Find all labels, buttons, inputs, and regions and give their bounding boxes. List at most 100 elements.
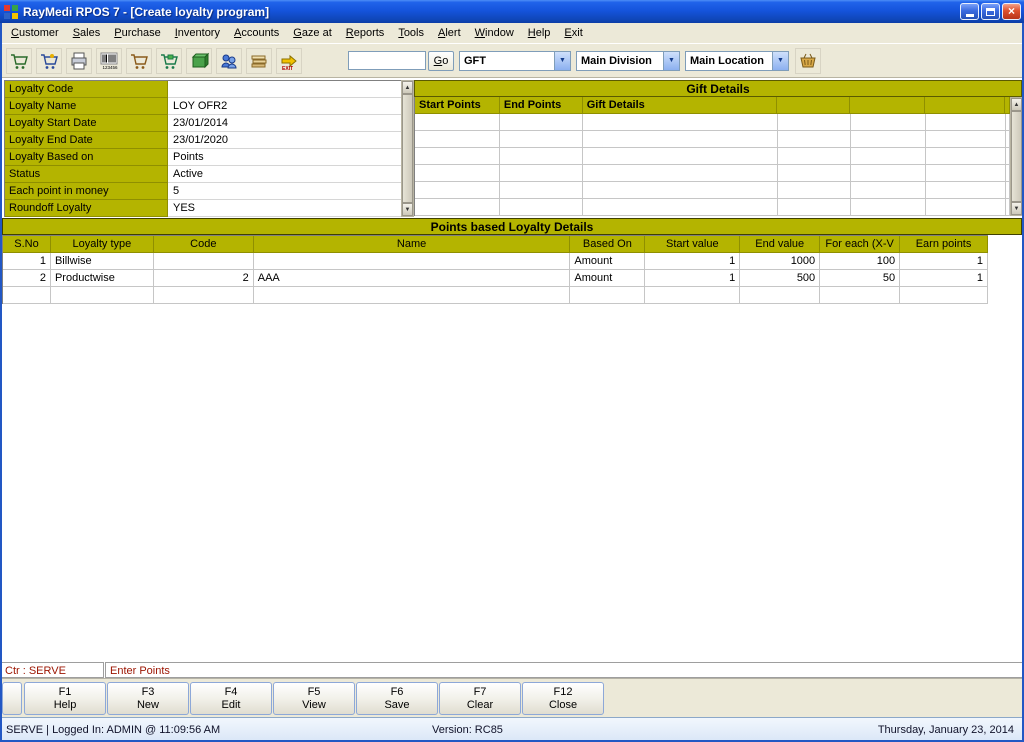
points-cell-earn-points[interactable]: 1: [900, 253, 988, 270]
gift-cell[interactable]: [778, 114, 851, 131]
gift-cell[interactable]: [926, 199, 1006, 216]
scroll-up-icon[interactable]: ▲: [1011, 98, 1022, 111]
gift-cell[interactable]: [778, 165, 851, 182]
gift-cell[interactable]: [500, 148, 583, 165]
menu-item-exit[interactable]: Exit: [557, 24, 589, 42]
menu-item-alert[interactable]: Alert: [431, 24, 468, 42]
gift-cell[interactable]: [851, 199, 926, 216]
gift-cell[interactable]: [926, 182, 1006, 199]
points-cell-start-value[interactable]: 1: [645, 253, 741, 270]
gift-cell[interactable]: [851, 131, 926, 148]
billing-cart-icon[interactable]: [36, 47, 62, 74]
points-cell-for-each[interactable]: 100: [820, 253, 901, 270]
gift-cell[interactable]: [851, 114, 926, 131]
points-cell-end-value[interactable]: [740, 287, 821, 304]
form-scrollbar[interactable]: ▲ ▼: [401, 80, 414, 217]
points-cell-code[interactable]: 2: [153, 270, 254, 287]
location-combo[interactable]: Main Location ▼: [685, 50, 789, 71]
sales-cart-icon[interactable]: [6, 47, 32, 74]
item-group-combo[interactable]: GFT ▼: [459, 50, 571, 71]
f4-edit-button[interactable]: F4 Edit: [190, 682, 272, 715]
f6-save-button[interactable]: F6 Save: [356, 682, 438, 715]
points-cell-end-value[interactable]: 1000: [740, 253, 821, 270]
f3-new-button[interactable]: F3 New: [107, 682, 189, 715]
points-cell-for-each[interactable]: 50: [820, 270, 901, 287]
gift-cell[interactable]: [926, 131, 1006, 148]
gift-cell[interactable]: [778, 199, 851, 216]
gift-cell[interactable]: [415, 165, 500, 182]
menu-item-inventory[interactable]: Inventory: [168, 24, 227, 42]
documents-icon[interactable]: [246, 47, 272, 74]
points-cell-for-each[interactable]: [820, 287, 901, 304]
gift-cell[interactable]: [415, 182, 500, 199]
inventory-box-icon[interactable]: [186, 47, 212, 74]
menu-item-tools[interactable]: Tools: [391, 24, 431, 42]
gift-cell[interactable]: [583, 199, 778, 216]
roundoff-loyalty-value[interactable]: YES: [168, 200, 401, 217]
loyalty-name-value[interactable]: LOY OFR2: [168, 98, 401, 115]
menu-item-accounts[interactable]: Accounts: [227, 24, 286, 42]
loyalty-based-on-value[interactable]: Points: [168, 149, 401, 166]
f5-view-button[interactable]: F5 View: [273, 682, 355, 715]
gift-cell[interactable]: [415, 148, 500, 165]
gift-cell[interactable]: [500, 165, 583, 182]
points-cell-earn-points[interactable]: 1: [900, 270, 988, 287]
customers-icon[interactable]: [216, 47, 242, 74]
status-value[interactable]: Active: [168, 166, 401, 183]
scrollbar-thumb[interactable]: [1011, 111, 1022, 202]
gift-cell[interactable]: [926, 165, 1006, 182]
exit-icon[interactable]: EXIT: [276, 47, 302, 74]
points-cell-name[interactable]: AAA: [253, 270, 571, 287]
loyalty-end-date-value[interactable]: 23/01/2020: [168, 132, 401, 149]
gift-cell[interactable]: [583, 148, 778, 165]
search-input[interactable]: [348, 51, 426, 70]
fn-stub-button[interactable]: [2, 682, 22, 715]
menu-item-sales[interactable]: Sales: [66, 24, 108, 42]
points-cell-name[interactable]: [253, 253, 571, 270]
menu-item-gaze-at[interactable]: Gaze at: [286, 24, 339, 42]
each-point-in-money-value[interactable]: 5: [168, 183, 401, 200]
gift-cell[interactable]: [851, 165, 926, 182]
minimize-button[interactable]: [960, 3, 979, 20]
gift-cell[interactable]: [500, 114, 583, 131]
points-cell-sno[interactable]: [3, 287, 51, 304]
gift-cell[interactable]: [500, 182, 583, 199]
gift-cell[interactable]: [583, 165, 778, 182]
scroll-down-icon[interactable]: ▼: [1011, 202, 1022, 215]
points-cell-based-on[interactable]: Amount: [570, 270, 646, 287]
points-cell-loyalty-type[interactable]: [50, 287, 154, 304]
gift-cell[interactable]: [500, 131, 583, 148]
close-button[interactable]: ×: [1002, 3, 1021, 20]
points-cell-code[interactable]: [153, 287, 254, 304]
points-cell-start-value[interactable]: [645, 287, 741, 304]
menu-item-purchase[interactable]: Purchase: [107, 24, 167, 42]
gift-cell[interactable]: [415, 131, 500, 148]
gift-cell[interactable]: [778, 148, 851, 165]
gift-cell[interactable]: [583, 114, 778, 131]
scrollbar-thumb[interactable]: [402, 94, 413, 203]
gift-cell[interactable]: [926, 148, 1006, 165]
points-cell-loyalty-type[interactable]: Billwise: [50, 253, 154, 270]
maximize-button[interactable]: [981, 3, 1000, 20]
points-cell-start-value[interactable]: 1: [645, 270, 741, 287]
gift-cell[interactable]: [851, 148, 926, 165]
f12-close-button[interactable]: F12 Close: [522, 682, 604, 715]
go-button[interactable]: Go: [428, 50, 454, 71]
scroll-down-icon[interactable]: ▼: [402, 203, 413, 216]
points-cell-sno[interactable]: 2: [3, 270, 51, 287]
loyalty-start-date-value[interactable]: 23/01/2014: [168, 115, 401, 132]
points-cell-sno[interactable]: 1: [3, 253, 51, 270]
f1-help-button[interactable]: F1 Help: [24, 682, 106, 715]
printer-icon[interactable]: [66, 47, 92, 74]
gift-cell[interactable]: [778, 182, 851, 199]
basket-icon[interactable]: [795, 47, 821, 74]
points-cell-loyalty-type[interactable]: Productwise: [50, 270, 154, 287]
gift-cell[interactable]: [415, 114, 500, 131]
gift-cell[interactable]: [583, 131, 778, 148]
points-cell-earn-points[interactable]: [900, 287, 988, 304]
gift-cell[interactable]: [778, 131, 851, 148]
menu-item-reports[interactable]: Reports: [339, 24, 392, 42]
menu-item-window[interactable]: Window: [468, 24, 521, 42]
menu-item-customer[interactable]: Customer: [4, 24, 66, 42]
gift-cell[interactable]: [851, 182, 926, 199]
